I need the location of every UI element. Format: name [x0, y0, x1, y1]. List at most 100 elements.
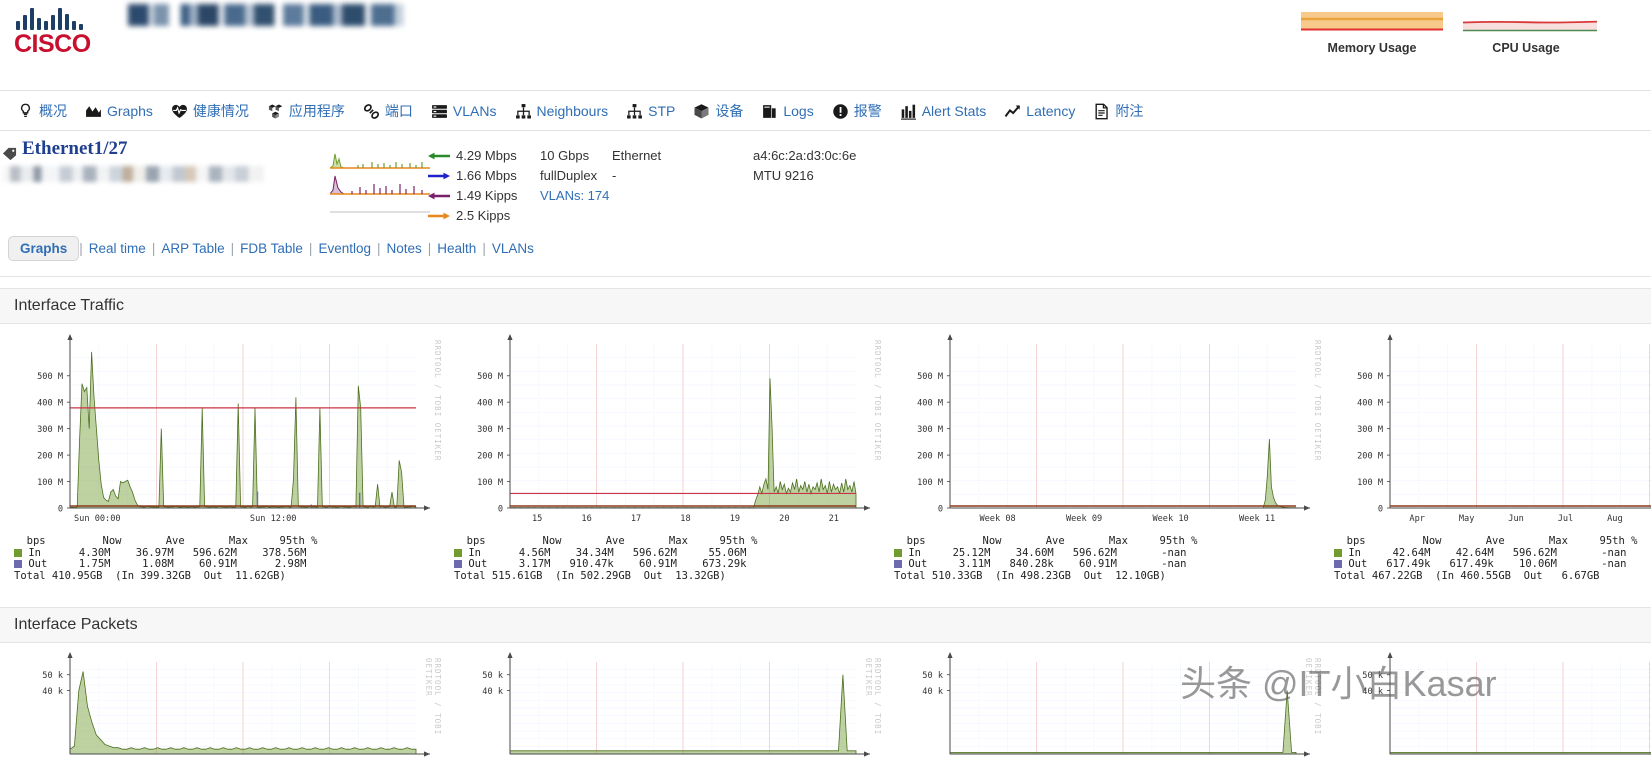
nav-overview[interactable]: 概况	[8, 99, 76, 123]
nav-neighbours[interactable]: Neighbours	[506, 101, 618, 122]
legend-row-text: In 25.12M 34.60M 596.62M -nan	[908, 546, 1187, 559]
legend-swatch	[454, 548, 462, 557]
memory-usage-sparkline-icon	[1301, 12, 1443, 31]
interface-mac-address: a4:6c:2a:d3:0c:6e	[753, 148, 857, 163]
subtab-graphs[interactable]: Graphs	[8, 236, 80, 261]
graph-panel-packets-day[interactable]: 40 k 50 k RRDTOOL / TOBI OETIKER	[14, 650, 444, 765]
file-text-icon	[1095, 103, 1109, 119]
graph-panel-packets-week[interactable]: 40 k 50 k RRDTOOL / TOBI OETIKER	[454, 650, 884, 765]
nav-logs-label: Logs	[783, 103, 814, 119]
link-icon	[363, 103, 379, 119]
svg-text:400 M: 400 M	[477, 399, 503, 409]
interface-speed-col: 10 Gbps fullDuplex VLANs: 174	[540, 146, 609, 206]
graph-panel-traffic-month[interactable]: 0 100 M 200 M 300 M 400 M 500 M Week 08 Week 09…	[894, 332, 1324, 582]
interface-type: Ethernet	[612, 148, 662, 163]
graph-panel-traffic-week[interactable]: 0 100 M 200 M 300 M 400 M 500 M 15 16 17 18 19 20 21…	[454, 332, 884, 582]
svg-text:21: 21	[829, 514, 839, 524]
nav-health[interactable]: 健康情况	[162, 99, 258, 123]
svg-text:Week 10: Week 10	[1152, 514, 1188, 524]
svg-text:100 M: 100 M	[1357, 478, 1383, 488]
legend-swatch	[14, 548, 22, 557]
svg-text:Aug: Aug	[1607, 514, 1623, 524]
interface-rate-2: 1.49 Kipps	[428, 186, 517, 206]
svg-text:200 M: 200 M	[1357, 451, 1383, 461]
cpu-usage-sparkline-icon	[1462, 20, 1598, 32]
rrdtool-watermark: RRDTOOL / TOBI OETIKER	[873, 340, 882, 462]
graph-panel-traffic-year[interactable]: 0 100 M 200 M 300 M 400 M 500 M Apr May Jun Jul Au…	[1334, 332, 1651, 582]
legend-row-text: In 42.64M 42.64M 596.62M -nan	[1348, 546, 1627, 559]
svg-text:100 M: 100 M	[917, 478, 943, 488]
rrdtool-watermark: RRDTOOL / TOBI OETIKER	[424, 658, 442, 736]
nav-device[interactable]: 设备	[684, 99, 752, 123]
svg-text:0: 0	[58, 504, 63, 514]
interface-subtitle-redacted	[2, 166, 264, 182]
svg-text:400 M: 400 M	[37, 399, 63, 409]
nav-notes-label: 附注	[1115, 103, 1144, 119]
nav-stp[interactable]: STP	[617, 101, 684, 122]
cpu-usage-minichart[interactable]: CPU Usage	[1455, 8, 1598, 55]
rrd-plot-packets-day: 40 k 50 k	[42, 652, 430, 757]
nav-divider	[0, 130, 1651, 131]
nav-vlans[interactable]: VLANs	[422, 101, 506, 122]
subtab-fdb-table[interactable]: FDB Table	[234, 241, 309, 256]
subtab-vlans[interactable]: VLANs	[486, 241, 540, 256]
svg-text:0: 0	[498, 504, 503, 514]
svg-text:300 M: 300 M	[477, 425, 503, 435]
svg-text:500 M: 500 M	[477, 372, 503, 382]
nav-latency[interactable]: Latency	[995, 101, 1084, 122]
nav-logs[interactable]: Logs	[752, 101, 822, 122]
legend-total: Total 467.22GB (In 460.55GB Out 6.67GB	[1334, 569, 1600, 582]
subtab-notes[interactable]: Notes	[381, 241, 428, 256]
nav-graphs[interactable]: Graphs	[76, 101, 162, 122]
tag-icon	[2, 147, 17, 161]
svg-text:Week 09: Week 09	[1066, 514, 1102, 524]
svg-text:200 M: 200 M	[917, 451, 943, 461]
rrd-plot-traffic-month: 0 100 M 200 M 300 M 400 M 500 M Week 08 Week 09…	[917, 334, 1310, 524]
subtab-health[interactable]: Health	[431, 241, 482, 256]
watermark-text: 头条 @IT小白Kasar	[1180, 663, 1497, 704]
svg-text:16: 16	[581, 514, 591, 524]
interface-rate-value-0: 4.29 Mbps	[456, 148, 517, 163]
subtab-eventlog[interactable]: Eventlog	[312, 241, 377, 256]
exclamation-icon	[832, 103, 848, 119]
header-divider	[0, 90, 1651, 91]
svg-text:400 M: 400 M	[1357, 399, 1383, 409]
graph-panel-traffic-day[interactable]: 0 100 M 200 M 300 M 400 M 500 M Sun 00:00 Sun 1…	[14, 332, 444, 582]
rrd-plot-traffic-day: 0 100 M 200 M 300 M 400 M 500 M Sun 00:00 Sun 1…	[37, 334, 430, 524]
nav-neighbours-label: Neighbours	[536, 103, 609, 119]
legend-total: Total 510.33GB (In 498.23GB Out 12.10GB)	[894, 569, 1166, 582]
svg-text:200 M: 200 M	[37, 451, 63, 461]
legend-row-text: Out 617.49k 617.49k 10.06M -nan	[1348, 558, 1627, 570]
sitemap-icon	[627, 103, 643, 119]
legend-swatch	[1334, 560, 1342, 568]
interface-rate-value-3: 2.5 Kipps	[456, 208, 511, 223]
svg-text:Jul: Jul	[1558, 514, 1574, 524]
interface-vlans-link[interactable]: VLANs: 174	[540, 186, 609, 206]
rrd-plot-packets-week: 40 k 50 k	[482, 652, 870, 757]
cisco-bars-icon	[14, 4, 124, 30]
legend-swatch	[14, 560, 22, 568]
subtabs-divider	[0, 276, 1651, 277]
interface-title: Ethernet1/27	[22, 138, 128, 159]
memory-usage-minichart[interactable]: Memory Usage	[1301, 8, 1443, 55]
nav-apps[interactable]: 应用程序	[258, 99, 354, 123]
nav-notes[interactable]: 附注	[1084, 99, 1152, 123]
nav-ports[interactable]: 端口	[354, 99, 422, 123]
svg-text:300 M: 300 M	[917, 425, 943, 435]
nav-graphs-label: Graphs	[107, 103, 153, 119]
svg-text:Week 11: Week 11	[1239, 514, 1275, 524]
page-header: CISCO Memory Usage CPU Usage	[0, 0, 1651, 78]
nav-alerts-label: 报警	[853, 103, 882, 119]
server-icon	[431, 104, 447, 118]
interface-header: Ethernet1/27 4.29 Mbps 1.66 Mbps 1.49 Kipp…	[0, 138, 1651, 228]
svg-text:40 k: 40 k	[922, 687, 944, 697]
bar-chart-icon	[900, 104, 916, 120]
traffic-sparkline-icon	[329, 153, 430, 213]
svg-text:500 M: 500 M	[1357, 372, 1383, 382]
nav-alerts[interactable]: 报警	[823, 99, 891, 123]
rrdtool-watermark: RRDTOOL / TOBI OETIKER	[864, 658, 882, 736]
subtab-real-time[interactable]: Real time	[83, 241, 152, 256]
subtab-arp-table[interactable]: ARP Table	[155, 241, 230, 256]
nav-alert-stats[interactable]: Alert Stats	[891, 101, 996, 122]
interface-rate-list: 4.29 Mbps 1.66 Mbps 1.49 Kipps 2.5 Kipps	[428, 146, 517, 226]
